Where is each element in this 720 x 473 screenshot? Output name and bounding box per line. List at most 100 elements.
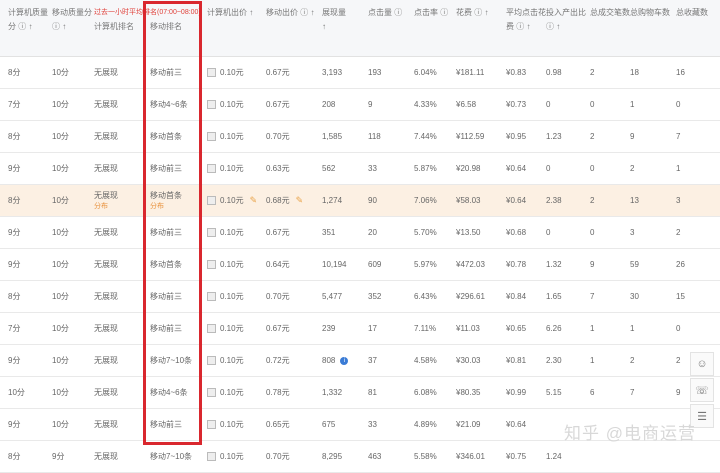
- mobile-quality-value: 10分: [52, 132, 69, 141]
- deals-cell: 9: [590, 249, 630, 280]
- pc-quality-value: 7分: [8, 324, 21, 333]
- table-row[interactable]: 7分 10分 无展现 移动4~6条 0.10元 0.67元 208 9 4.33% ¥6.58 ¥0…: [0, 89, 720, 121]
- info-icon[interactable]: i: [340, 356, 349, 365]
- pc-rank-value: 无展现: [94, 356, 118, 365]
- roi-value: 2.30: [546, 356, 562, 365]
- table-row[interactable]: 9分 10分 无展现 移动7~10条 0.10元 0.72元 808 i 37 4.58% ¥30.…: [0, 345, 720, 377]
- col-favorites[interactable]: 总收藏数: [676, 0, 720, 62]
- edit-pencil-icon[interactable]: ✎: [296, 195, 304, 206]
- pc-bid-cell: 0.10元: [207, 57, 261, 88]
- cpc-cell: ¥0.65: [506, 313, 546, 344]
- pc-quality-cell: 8分: [8, 121, 48, 152]
- bid-checkbox-icon[interactable]: [207, 196, 216, 205]
- pc-quality-cell: 7分: [8, 313, 48, 344]
- deals-cell: 0: [590, 217, 630, 248]
- mobile-bid-value: 0.63元: [266, 164, 290, 173]
- table-row[interactable]: 8分 10分 无展现 分布 移动首条 分布 0.10元 ✎ 0.68元 ✎ 1,274 90 7.06%…: [0, 185, 720, 217]
- cpc-cell: ¥0.64: [506, 153, 546, 184]
- col-mobile-quality[interactable]: 移动质量分 ⓘ ↑: [52, 0, 92, 62]
- col-cpc[interactable]: 平均点击花费 ⓘ ↑: [506, 0, 546, 62]
- bid-checkbox-icon[interactable]: [207, 292, 216, 301]
- table-row[interactable]: 9分 10分 无展现 移动前三 0.10元 0.63元 562 33 5.87% ¥20.98 ¥0…: [0, 153, 720, 185]
- pc-quality-cell: 9分: [8, 345, 48, 376]
- clicks-value: 17: [368, 324, 377, 333]
- cart-value: 59: [630, 260, 639, 269]
- impressions-value: 351: [322, 228, 336, 237]
- cpc-value: ¥0.64: [506, 164, 527, 173]
- deals-value: 6: [590, 388, 595, 397]
- bid-checkbox-icon[interactable]: [207, 228, 216, 237]
- ctr-value: 6.04%: [414, 68, 437, 77]
- pc-quality-cell: 10分: [8, 377, 48, 408]
- cart-value: 3: [630, 228, 635, 237]
- cost-value: ¥20.98: [456, 164, 481, 173]
- table-row[interactable]: 9分 10分 无展现 移动前三 0.10元 0.67元 351 20 5.70% ¥13.50 ¥0…: [0, 217, 720, 249]
- col-pc-bid[interactable]: 计算机出价 ↑: [207, 0, 261, 62]
- favorites-cell: 16: [676, 57, 720, 88]
- favorites-value: 3: [676, 196, 681, 205]
- col-clicks[interactable]: 点击量 ⓘ: [368, 0, 412, 62]
- table-row[interactable]: 8分 10分 无展现 移动首条 0.10元 0.70元 1,585 118 7.44% ¥112.…: [0, 121, 720, 153]
- bid-checkbox-icon[interactable]: [207, 356, 216, 365]
- bid-checkbox-icon[interactable]: [207, 420, 216, 429]
- roi-cell: 2.38: [546, 185, 586, 216]
- mobile-quality-cell: 10分: [52, 281, 92, 312]
- pc-quality-value: 8分: [8, 196, 21, 205]
- table-row[interactable]: 10分 10分 无展现 移动4~6条 0.10元 0.78元 1,332 81 6.08% ¥80…: [0, 377, 720, 409]
- table-row[interactable]: 9分 10分 无展现 移动首条 0.10元 0.64元 10,194 609 5.97% ¥472…: [0, 249, 720, 281]
- roi-cell: 2.30: [546, 345, 586, 376]
- bid-checkbox-icon[interactable]: [207, 68, 216, 77]
- col-roi[interactable]: 投入产出比 ⓘ ↑: [546, 0, 586, 62]
- cpc-value: ¥0.83: [506, 68, 527, 77]
- bid-checkbox-icon[interactable]: [207, 260, 216, 269]
- pc-bid-cell: 0.10元 ✎: [207, 185, 261, 216]
- mobile-bid-value: 0.78元: [266, 388, 290, 397]
- table-row[interactable]: 8分 9分 无展现 移动7~10条 0.10元 0.70元 8,295 463 5.58% ¥34…: [0, 441, 720, 473]
- pc-rank-cell: 无展现: [94, 153, 142, 184]
- bid-checkbox-icon[interactable]: [207, 164, 216, 173]
- pc-rank-value: 无展现: [94, 324, 118, 333]
- roi-cell: 0: [546, 89, 586, 120]
- table-row[interactable]: 8分 10分 无展现 移动前三 0.10元 0.70元 5,477 352 6.43% ¥296.…: [0, 281, 720, 313]
- headset-icon[interactable]: ☏: [690, 378, 714, 402]
- ctr-cell: 4.33%: [414, 89, 454, 120]
- roi-value: 0.98: [546, 68, 562, 77]
- roi-cell: 5.15: [546, 377, 586, 408]
- pc-quality-value: 10分: [8, 388, 25, 397]
- cost-value: ¥58.03: [456, 196, 481, 205]
- cart-cell: 7: [630, 377, 670, 408]
- clicks-value: 9: [368, 100, 373, 109]
- pc-bid-cell: 0.10元: [207, 121, 261, 152]
- table-body: 8分 10分 无展现 移动前三 0.10元 0.67元 3,193 193 6.04% ¥181.…: [0, 57, 720, 473]
- favorites-cell: 1: [676, 153, 720, 184]
- edit-pencil-icon[interactable]: ✎: [250, 195, 258, 206]
- bid-checkbox-icon[interactable]: [207, 324, 216, 333]
- col-cart[interactable]: 总购物车数: [630, 0, 670, 62]
- cost-cell: ¥346.01: [456, 441, 506, 472]
- ctr-value: 4.58%: [414, 356, 437, 365]
- table-row[interactable]: 8分 10分 无展现 移动前三 0.10元 0.67元 3,193 193 6.04% ¥181.…: [0, 57, 720, 89]
- pc-rank-cell: 无展现: [94, 249, 142, 280]
- col-cost[interactable]: 花费 ⓘ ↑: [456, 0, 506, 62]
- cpc-value: ¥0.64: [506, 420, 527, 429]
- bid-checkbox-icon[interactable]: [207, 100, 216, 109]
- impressions-value: 10,194: [322, 260, 347, 269]
- col-deals[interactable]: 总成交笔数: [590, 0, 630, 62]
- user-icon[interactable]: ☺: [690, 352, 714, 376]
- bid-checkbox-icon[interactable]: [207, 132, 216, 141]
- deals-value: 2: [590, 68, 595, 77]
- mobile-bid-value: 0.70元: [266, 292, 290, 301]
- bid-checkbox-icon[interactable]: [207, 388, 216, 397]
- pc-quality-cell: 9分: [8, 249, 48, 280]
- favorites-cell: 2: [676, 217, 720, 248]
- impressions-value: 3,193: [322, 68, 343, 77]
- col-mobile-bid[interactable]: 移动出价 ⓘ ↑: [266, 0, 320, 62]
- favorites-value: 2: [676, 356, 681, 365]
- clicks-cell: 90: [368, 185, 412, 216]
- col-ctr[interactable]: 点击率 ⓘ: [414, 0, 454, 62]
- table-row[interactable]: 7分 10分 无展现 移动前三 0.10元 0.67元 239 17 7.11% ¥11.03 ¥0…: [0, 313, 720, 345]
- mobile-bid-cell: 0.63元: [266, 153, 320, 184]
- mobile-bid-cell: 0.67元: [266, 57, 320, 88]
- ctr-cell: 5.70%: [414, 217, 454, 248]
- col-pc-quality[interactable]: 计算机质量分 ⓘ ↑: [8, 0, 48, 62]
